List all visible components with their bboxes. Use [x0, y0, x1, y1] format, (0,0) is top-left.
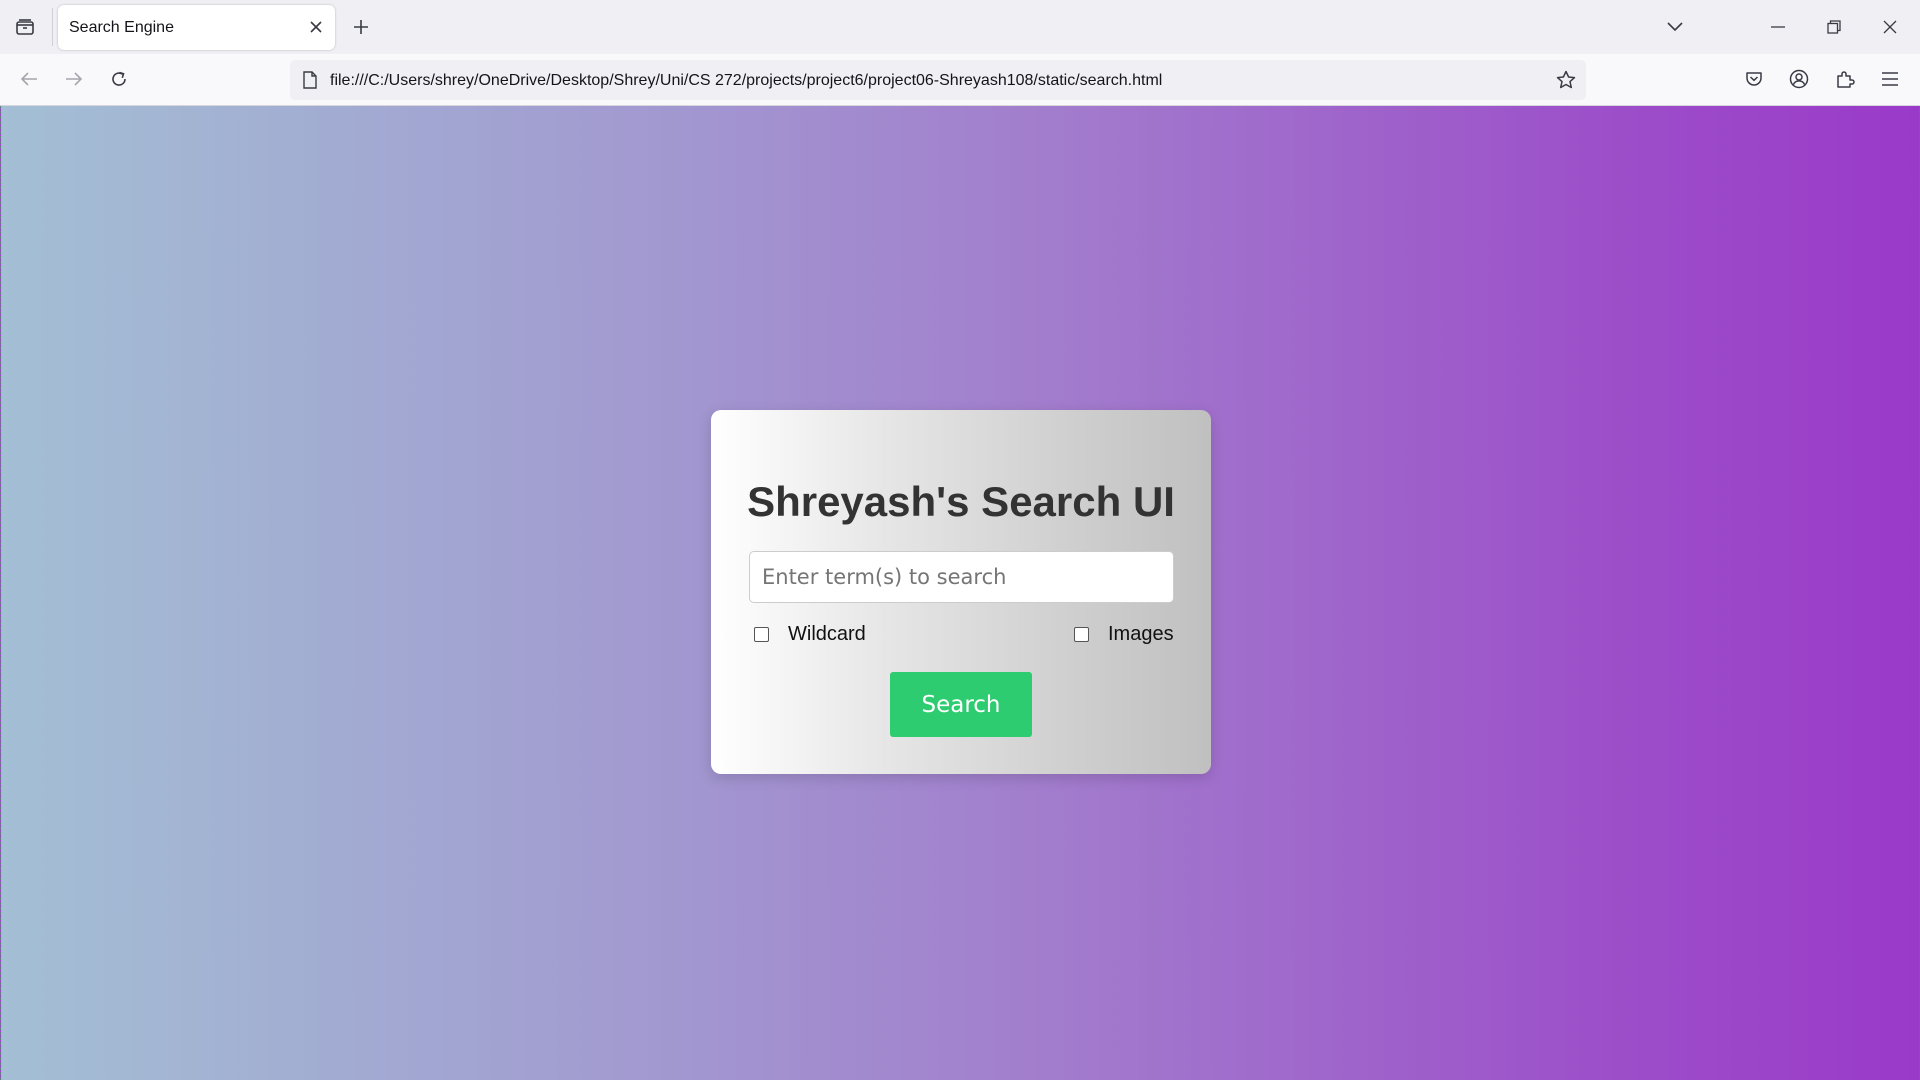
- star-icon: [1556, 70, 1576, 89]
- restore-button[interactable]: [1806, 0, 1862, 54]
- account-icon: [1789, 69, 1809, 89]
- tab-search-engine[interactable]: Search Engine: [58, 5, 335, 50]
- navigation-bar: file:///C:/Users/shrey/OneDrive/Desktop/…: [0, 54, 1920, 106]
- wildcard-option[interactable]: Wildcard: [754, 622, 866, 646]
- minimize-button[interactable]: [1750, 0, 1806, 54]
- images-checkbox[interactable]: [1074, 626, 1089, 642]
- chevron-down-icon: [1667, 22, 1683, 32]
- reload-button[interactable]: [102, 62, 136, 96]
- tab-list-button[interactable]: [8, 10, 42, 44]
- tab-bar: Search Engine: [0, 0, 1920, 54]
- back-button[interactable]: [12, 62, 46, 96]
- restore-icon: [1827, 20, 1841, 34]
- arrow-left-icon: [20, 72, 37, 86]
- tab-separator: [52, 8, 53, 46]
- reload-icon: [112, 71, 126, 86]
- wildcard-label: Wildcard: [788, 622, 866, 645]
- images-label: Images: [1108, 622, 1174, 645]
- folder-tab-icon: [16, 19, 34, 35]
- pocket-icon: [1746, 72, 1762, 86]
- page-icon: [300, 70, 320, 90]
- wildcard-checkbox[interactable]: [754, 626, 769, 642]
- pocket-button[interactable]: [1737, 62, 1771, 96]
- bookmark-star-button[interactable]: [1554, 68, 1578, 92]
- close-window-button[interactable]: [1862, 0, 1918, 54]
- arrow-right-icon: [66, 72, 83, 86]
- menu-button[interactable]: [1873, 62, 1907, 96]
- minimize-icon: [1771, 26, 1785, 28]
- account-button[interactable]: [1782, 62, 1816, 96]
- plus-icon: [354, 20, 368, 34]
- tab-close-button[interactable]: [305, 16, 327, 38]
- search-card: Shreyash's Search UI Wildcard Images Sea…: [711, 410, 1211, 774]
- close-icon: [310, 21, 322, 33]
- hamburger-menu-icon: [1882, 72, 1898, 86]
- list-all-tabs-button[interactable]: [1658, 10, 1692, 44]
- page-title: Shreyash's Search UI: [747, 478, 1175, 525]
- search-button[interactable]: Search: [890, 672, 1032, 737]
- new-tab-button[interactable]: [345, 11, 377, 43]
- images-option[interactable]: Images: [1074, 622, 1174, 646]
- puzzle-icon: [1837, 71, 1855, 88]
- search-input[interactable]: [749, 551, 1174, 603]
- url-text: file:///C:/Users/shrey/OneDrive/Desktop/…: [330, 72, 1163, 89]
- extensions-button[interactable]: [1828, 62, 1862, 96]
- tab-title: Search Engine: [69, 19, 174, 36]
- page-content: Shreyash's Search UI Wildcard Images Sea…: [0, 106, 1920, 1080]
- forward-button[interactable]: [57, 62, 91, 96]
- close-icon: [1883, 20, 1897, 34]
- address-bar[interactable]: file:///C:/Users/shrey/OneDrive/Desktop/…: [290, 60, 1586, 100]
